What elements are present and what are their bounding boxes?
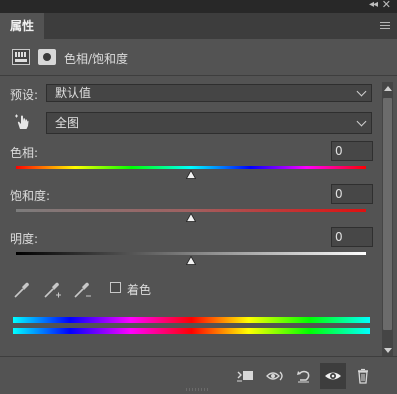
colorize-label: 着色 (127, 283, 152, 297)
view-previous-button[interactable] (262, 363, 288, 389)
clip-icon (237, 371, 253, 382)
hue-slider-track[interactable] (16, 166, 366, 169)
preset-label: 预设: (10, 88, 39, 102)
reset-button[interactable] (291, 363, 317, 389)
channel-select[interactable]: 全图 (46, 112, 372, 134)
hue-input[interactable]: 0 (331, 141, 373, 161)
channel-select-value: 全图 (55, 116, 80, 130)
colorize-checkbox[interactable] (110, 282, 121, 293)
double-chevron-icon[interactable]: ◂◂ (369, 0, 378, 10)
tab-properties[interactable]: 属性 (0, 13, 44, 39)
hue-label: 色相: (10, 146, 39, 160)
close-icon[interactable]: ✕ (382, 0, 391, 11)
saturation-input[interactable]: 0 (331, 184, 373, 204)
delete-button[interactable] (350, 363, 376, 389)
panel-title-bar: ◂◂ ✕ (0, 0, 397, 13)
hue-saturation-layer-icon[interactable] (12, 49, 30, 65)
toggle-visibility-button[interactable] (320, 363, 346, 389)
hue-slider-thumb[interactable] (186, 170, 196, 179)
reset-icon (297, 370, 310, 383)
scrollbar-thumb[interactable] (383, 98, 392, 330)
resize-grip[interactable] (186, 388, 210, 391)
input-color-bar (13, 317, 370, 323)
eyedropper-subtract-icon[interactable] (72, 280, 94, 300)
lightness-slider-track[interactable] (16, 252, 366, 255)
on-image-adjust-hand-icon[interactable] (14, 113, 32, 131)
scroll-down-arrow-icon[interactable] (384, 348, 392, 353)
panel-header: 色相/饱和度 (0, 39, 397, 76)
preset-select[interactable]: 默认值 (46, 84, 372, 102)
eyedropper-add-icon[interactable] (42, 280, 64, 300)
eyedropper-icon[interactable] (12, 280, 34, 300)
scroll-up-arrow-icon[interactable] (384, 86, 392, 91)
scrollbar[interactable] (382, 82, 393, 357)
adjustment-title: 色相/饱和度 (64, 52, 129, 66)
mask-icon[interactable] (38, 49, 56, 65)
saturation-slider-thumb[interactable] (186, 213, 196, 222)
eye-previous-icon (266, 371, 283, 381)
tab-bar: 属性 (0, 13, 397, 39)
lightness-slider-thumb[interactable] (186, 256, 196, 265)
eye-icon (325, 372, 341, 380)
preset-select-value: 默认值 (55, 86, 92, 100)
lightness-input[interactable]: 0 (331, 227, 373, 247)
output-color-bar (13, 328, 370, 334)
clip-to-layer-button[interactable] (232, 363, 258, 389)
chevron-down-icon (356, 86, 367, 97)
chevron-down-icon (356, 116, 367, 127)
lightness-label: 明度: (10, 232, 39, 246)
trash-icon (358, 368, 368, 384)
saturation-slider-track[interactable] (16, 209, 366, 212)
saturation-label: 饱和度: (10, 189, 51, 203)
panel-menu-icon[interactable] (380, 22, 390, 30)
